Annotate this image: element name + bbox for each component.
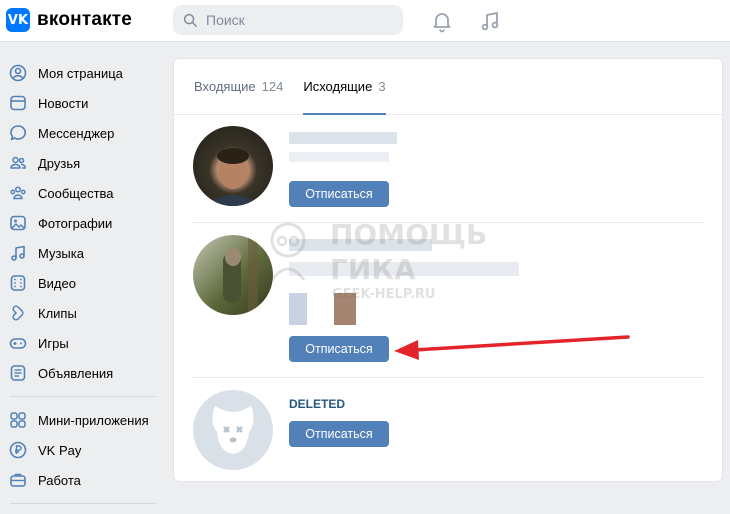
tab-incoming[interactable]: Входящие 124 bbox=[194, 59, 283, 114]
work-icon bbox=[10, 473, 26, 487]
sidebar-item-friends[interactable]: Друзья bbox=[0, 148, 165, 178]
music-icon bbox=[11, 245, 25, 261]
sidebar-item-label: Фотографии bbox=[38, 215, 113, 231]
deleted-avatar[interactable] bbox=[193, 390, 273, 470]
sidebar-item-label: Видео bbox=[38, 275, 76, 291]
news-icon bbox=[10, 95, 26, 111]
message-icon bbox=[10, 125, 27, 141]
sidebar-item-label: Клипы bbox=[38, 305, 77, 321]
sidebar-item-photos[interactable]: Фотографии bbox=[0, 208, 165, 238]
search-input[interactable]: Поиск bbox=[173, 5, 403, 35]
watermark-line1: ПОМОЩЬ bbox=[330, 218, 488, 251]
vk-logo[interactable]: VK вконтакте bbox=[6, 8, 132, 32]
app-name: вконтакте bbox=[37, 9, 133, 30]
user-name[interactable]: DELETED bbox=[289, 397, 345, 411]
sidebar: Моя страница Новости Мессенджер Друзья С… bbox=[0, 58, 165, 512]
bell-icon[interactable] bbox=[430, 9, 454, 33]
sidebar-item-label: Работа bbox=[38, 472, 81, 488]
tab-outgoing[interactable]: Исходящие 3 bbox=[303, 59, 386, 115]
sidebar-item-vk-pay[interactable]: VK Pay bbox=[0, 435, 165, 465]
vkpay-icon bbox=[9, 441, 27, 459]
sidebar-divider bbox=[10, 396, 157, 397]
sidebar-item-mini-apps[interactable]: Мини-приложения bbox=[0, 405, 165, 435]
watermark-line2: ГИКА bbox=[330, 253, 416, 286]
watermark-logo-icon bbox=[270, 222, 306, 281]
watermark-line3: GEEK-HELP.RU bbox=[332, 287, 436, 302]
top-header: VK вконтакте Поиск bbox=[0, 0, 730, 42]
gamepad-icon bbox=[9, 338, 27, 349]
unsubscribe-button[interactable]: Отписаться bbox=[289, 336, 389, 362]
sidebar-item-music[interactable]: Музыка bbox=[0, 238, 165, 268]
sidebar-item-video[interactable]: Видео bbox=[0, 268, 165, 298]
communities-icon bbox=[10, 186, 26, 200]
unsubscribe-button[interactable]: Отписаться bbox=[289, 181, 389, 207]
photo-icon bbox=[10, 215, 26, 231]
tab-count: 3 bbox=[378, 79, 386, 94]
row-divider bbox=[192, 377, 705, 378]
unsubscribe-button[interactable]: Отписаться bbox=[289, 421, 389, 447]
annotation-arrow bbox=[394, 335, 630, 360]
tab-label: Входящие bbox=[194, 79, 256, 94]
vk-logo-icon: VK bbox=[6, 8, 30, 32]
tabs-bar: Входящие 124 Исходящие 3 bbox=[174, 59, 722, 115]
sidebar-item-label: Мини-приложения bbox=[38, 412, 149, 428]
video-icon bbox=[10, 275, 26, 291]
avatar[interactable] bbox=[193, 126, 273, 206]
sidebar-item-label: Объявления bbox=[38, 365, 114, 381]
sidebar-item-messenger[interactable]: Мессенджер bbox=[0, 118, 165, 148]
friends-icon bbox=[10, 156, 26, 169]
sidebar-divider bbox=[10, 503, 157, 504]
sidebar-item-label: Друзья bbox=[38, 155, 81, 171]
apps-icon bbox=[10, 412, 26, 428]
sidebar-item-label: Игры bbox=[38, 335, 69, 351]
mutual-friend-thumb bbox=[289, 293, 307, 325]
sidebar-item-label: Новости bbox=[38, 95, 89, 111]
sidebar-item-label: Музыка bbox=[38, 245, 84, 261]
sidebar-item-work[interactable]: Работа bbox=[0, 465, 165, 495]
avatar-photo bbox=[205, 148, 261, 206]
sidebar-item-games[interactable]: Игры bbox=[0, 328, 165, 358]
sidebar-item-ads[interactable]: Объявления bbox=[0, 358, 165, 388]
search-icon bbox=[183, 13, 197, 27]
requests-card: Входящие 124 Исходящие 3 Отписаться Отпи… bbox=[173, 58, 723, 482]
sidebar-item-my-page[interactable]: Моя страница bbox=[0, 58, 165, 88]
info-placeholder bbox=[289, 152, 389, 162]
ads-icon bbox=[10, 365, 26, 381]
deleted-dog-icon bbox=[212, 406, 254, 454]
search-placeholder: Поиск bbox=[206, 12, 245, 28]
user-circle-icon bbox=[9, 64, 27, 82]
sidebar-item-news[interactable]: Новости bbox=[0, 88, 165, 118]
clips-icon bbox=[12, 305, 24, 321]
tab-label: Исходящие bbox=[303, 79, 373, 94]
sidebar-item-label: Сообщества bbox=[38, 185, 114, 201]
sidebar-item-clips[interactable]: Клипы bbox=[0, 298, 165, 328]
sidebar-item-label: Моя страница bbox=[38, 65, 123, 81]
sidebar-item-communities[interactable]: Сообщества bbox=[0, 178, 165, 208]
tab-count: 124 bbox=[261, 79, 284, 94]
music-note-icon[interactable] bbox=[478, 9, 502, 33]
sidebar-item-label: Мессенджер bbox=[38, 125, 115, 141]
sidebar-item-label: VK Pay bbox=[38, 442, 82, 458]
name-placeholder bbox=[289, 132, 397, 144]
